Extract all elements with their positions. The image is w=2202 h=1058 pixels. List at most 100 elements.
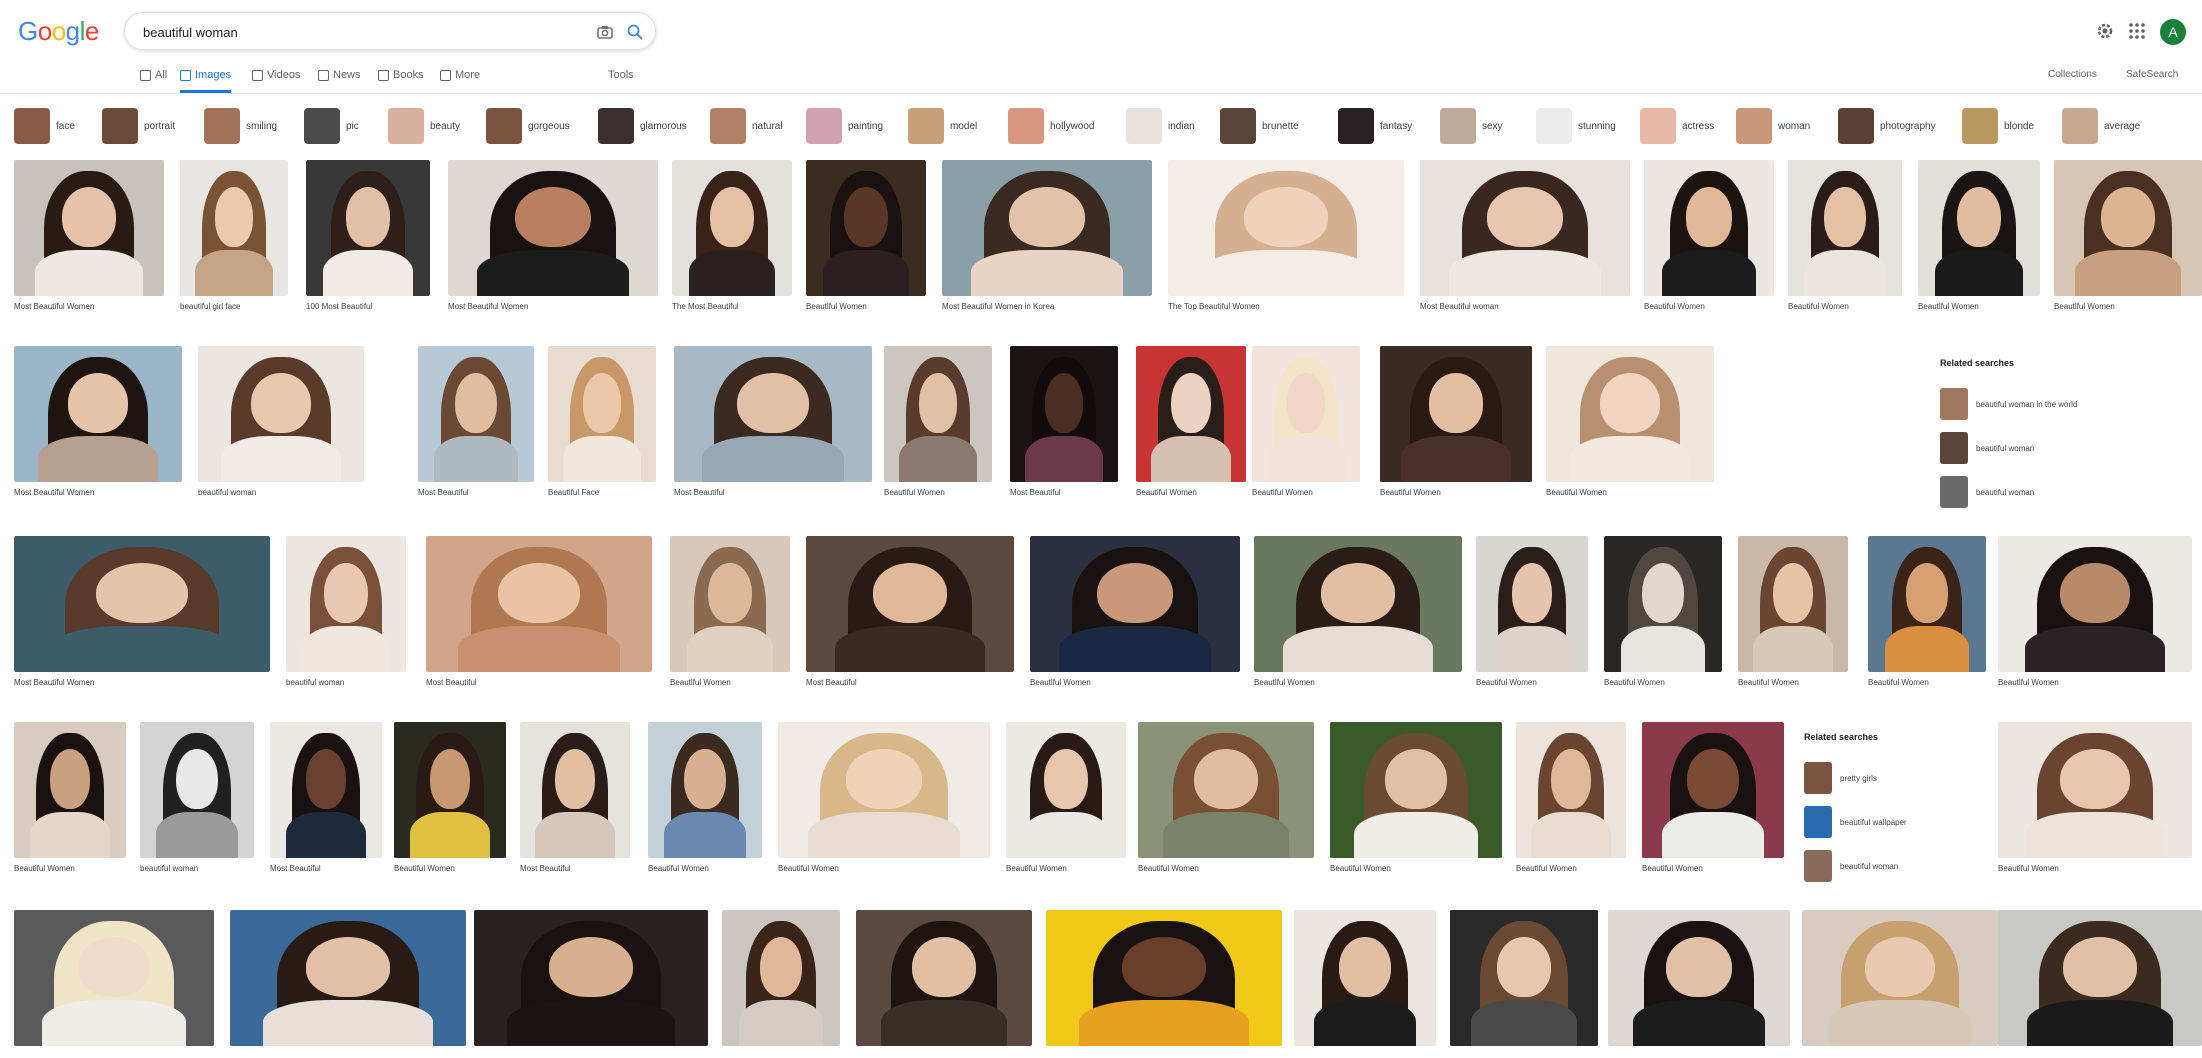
image-title[interactable]: Beautiful Women	[1138, 864, 1314, 873]
related-chip[interactable]: smiling	[204, 106, 277, 146]
search-icon[interactable]	[625, 22, 645, 42]
image-thumbnail[interactable]	[1802, 910, 1998, 1046]
image-title[interactable]: 100 Most Beautiful	[306, 302, 430, 311]
image-thumbnail[interactable]	[1998, 722, 2192, 858]
image-thumbnail[interactable]	[1450, 910, 1598, 1046]
image-title[interactable]: Beautiful Women	[1476, 678, 1588, 687]
image-title[interactable]: Most Beautiful Women	[448, 302, 658, 311]
related-chip[interactable]: photography	[1838, 106, 1936, 146]
image-title[interactable]: Beautiful Women	[1604, 678, 1722, 687]
image-thumbnail[interactable]	[1136, 346, 1246, 482]
image-title[interactable]: Beautiful Women	[670, 678, 790, 687]
image-title[interactable]: Most Beautiful Women	[14, 488, 182, 497]
image-result[interactable]	[722, 910, 840, 1058]
related-chip[interactable]: indian	[1126, 106, 1195, 146]
related-chip[interactable]: glamorous	[598, 106, 687, 146]
image-result[interactable]: Beautiful Face	[548, 346, 656, 512]
tab-more[interactable]: More	[440, 69, 480, 93]
image-thumbnail[interactable]	[856, 910, 1032, 1046]
image-result[interactable]: beautiful woman	[140, 722, 254, 888]
image-thumbnail[interactable]	[884, 346, 992, 482]
related-chip[interactable]: actress	[1640, 106, 1714, 146]
tab-all[interactable]: All	[140, 69, 167, 93]
related-search-item[interactable]: beautiful wallpaper	[1804, 800, 1994, 844]
image-thumbnail[interactable]	[778, 722, 990, 858]
image-result[interactable]: Beautiful Women	[1738, 536, 1848, 702]
related-search-item[interactable]: beautiful woman	[1940, 426, 2190, 470]
image-result[interactable]: Beautiful Women	[1998, 536, 2192, 702]
image-result[interactable]: Beautiful Women	[1516, 722, 1626, 888]
image-thumbnail[interactable]	[1546, 346, 1714, 482]
image-result[interactable]	[1608, 910, 1790, 1058]
image-result[interactable]: Most Beautiful Women	[14, 346, 182, 512]
image-result[interactable]: Beautiful Women	[1006, 722, 1126, 888]
image-thumbnail[interactable]	[1642, 722, 1784, 858]
image-thumbnail[interactable]	[14, 722, 126, 858]
image-result[interactable]: Beautiful Women	[1476, 536, 1588, 702]
image-title[interactable]: Beautiful Women	[1030, 678, 1240, 687]
related-search-item[interactable]: beautiful woman	[1940, 470, 2190, 514]
image-thumbnail[interactable]	[426, 536, 652, 672]
image-thumbnail[interactable]	[270, 722, 382, 858]
image-thumbnail[interactable]	[1168, 160, 1404, 296]
image-thumbnail[interactable]	[140, 722, 254, 858]
image-thumbnail[interactable]	[448, 160, 658, 296]
image-result[interactable]: Most Beautiful Women	[448, 160, 658, 326]
related-search-item[interactable]: beautiful woman	[1804, 844, 1994, 888]
image-thumbnail[interactable]	[286, 536, 406, 672]
image-result[interactable]: Most Beautiful	[806, 536, 1014, 702]
image-result[interactable]: Beautiful Women	[1138, 722, 1314, 888]
tab-books[interactable]: Books	[378, 69, 424, 93]
related-chip[interactable]: stunning	[1536, 106, 1616, 146]
image-title[interactable]: Most Beautiful	[418, 488, 534, 497]
image-thumbnail[interactable]	[1046, 910, 1282, 1046]
image-title[interactable]: Beautiful Women	[1918, 302, 2040, 311]
google-logo[interactable]: Google	[18, 16, 99, 47]
related-chip[interactable]: fantasy	[1338, 106, 1412, 146]
image-thumbnail[interactable]	[418, 346, 534, 482]
image-result[interactable]: Beautiful Women	[1136, 346, 1246, 512]
image-thumbnail[interactable]	[1380, 346, 1532, 482]
image-result[interactable]: Most Beautiful	[418, 346, 534, 512]
collections-link[interactable]: Collections	[2048, 69, 2097, 80]
image-result[interactable]: Most Beautiful	[674, 346, 872, 512]
image-thumbnail[interactable]	[1030, 536, 1240, 672]
image-thumbnail[interactable]	[806, 160, 926, 296]
image-result[interactable]: Beautiful Women	[1604, 536, 1722, 702]
image-thumbnail[interactable]	[14, 160, 164, 296]
image-result[interactable]: Most Beautiful Women	[14, 536, 270, 702]
image-result[interactable]	[14, 910, 214, 1058]
image-title[interactable]: Most Beautiful	[270, 864, 382, 873]
image-title[interactable]: Beautiful Women	[1644, 302, 1774, 311]
image-thumbnail[interactable]	[1644, 160, 1774, 296]
image-thumbnail[interactable]	[722, 910, 840, 1046]
image-result[interactable]: Beautiful Women	[1788, 160, 1902, 326]
image-result[interactable]: Beautiful Women	[1546, 346, 1714, 512]
image-title[interactable]: Beautiful Women	[806, 302, 926, 311]
image-result[interactable]: beautiful woman	[286, 536, 406, 702]
image-result[interactable]: Beautiful Women	[670, 536, 790, 702]
image-result[interactable]: Most Beautiful	[520, 722, 630, 888]
camera-icon[interactable]	[595, 22, 615, 42]
image-thumbnail[interactable]	[1788, 160, 1902, 296]
image-thumbnail[interactable]	[1006, 722, 1126, 858]
tab-images[interactable]: Images	[180, 69, 232, 93]
related-chip[interactable]: gorgeous	[486, 106, 570, 146]
related-chip[interactable]: portrait	[102, 106, 175, 146]
image-result[interactable]: Most Beautiful woman	[1420, 160, 1630, 326]
image-thumbnail[interactable]	[2054, 160, 2202, 296]
image-result[interactable]: Beautiful Women	[1998, 722, 2192, 888]
related-chip[interactable]: model	[908, 106, 977, 146]
image-result[interactable]	[474, 910, 708, 1058]
related-chip[interactable]: blonde	[1962, 106, 2034, 146]
image-title[interactable]: Beautiful Women	[1006, 864, 1126, 873]
image-title[interactable]: Beautiful Women	[1998, 864, 2192, 873]
tab-videos[interactable]: Videos	[252, 69, 300, 93]
settings-icon[interactable]	[2094, 20, 2116, 42]
image-thumbnail[interactable]	[1476, 536, 1588, 672]
image-result[interactable]: Beautiful Women	[394, 722, 506, 888]
image-result[interactable]: Most Beautiful	[270, 722, 382, 888]
image-result[interactable]: Beautiful Women	[778, 722, 990, 888]
image-thumbnail[interactable]	[14, 536, 270, 672]
image-title[interactable]: Most Beautiful Women	[14, 302, 164, 311]
